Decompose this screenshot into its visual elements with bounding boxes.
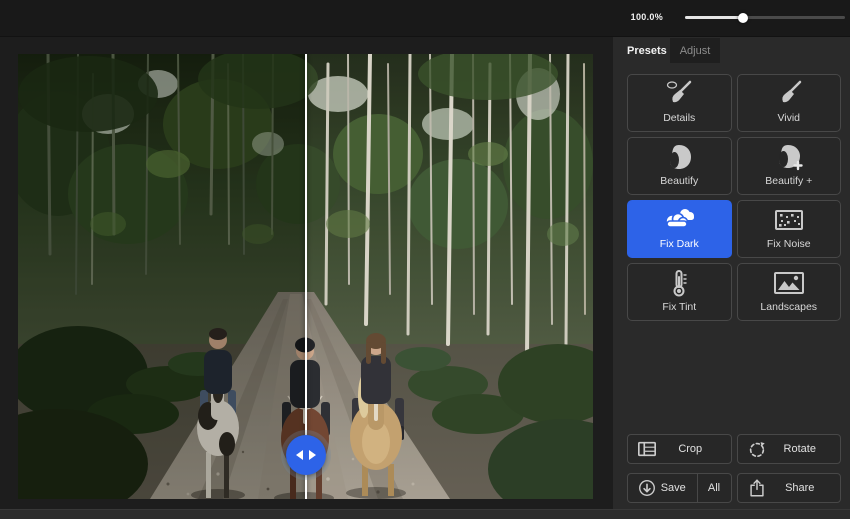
zoom-slider[interactable] xyxy=(685,9,845,25)
rotate-button[interactable]: Rotate xyxy=(737,434,842,464)
preset-label: Vivid xyxy=(777,112,800,124)
preset-vivid-button[interactable]: Vivid xyxy=(737,74,842,132)
preset-details-button[interactable]: Details xyxy=(627,74,732,132)
right-panel: Presets Adjust Details xyxy=(613,37,850,509)
brush-icon xyxy=(738,75,841,112)
share-button[interactable]: Share xyxy=(737,473,842,503)
rotate-icon xyxy=(746,439,768,459)
share-icon xyxy=(746,478,768,498)
photo-editor-window: 100.0% xyxy=(0,0,850,519)
preset-fix-dark-button[interactable]: Fix Dark xyxy=(627,200,732,258)
all-label: All xyxy=(708,482,720,494)
preset-fix-tint-button[interactable]: Fix Tint xyxy=(627,263,732,321)
crop-button[interactable]: Crop xyxy=(627,434,732,464)
rotate-label: Rotate xyxy=(768,443,833,455)
landscape-icon xyxy=(738,264,841,301)
save-all-button[interactable]: All xyxy=(697,474,731,502)
preset-label: Landscapes xyxy=(760,301,817,313)
save-download-icon xyxy=(636,478,658,498)
clouds-icon xyxy=(628,201,731,238)
crop-label: Crop xyxy=(658,443,723,455)
preset-label: Beautify + xyxy=(765,175,812,187)
preset-label: Beautify xyxy=(660,175,698,187)
tab-adjust[interactable]: Adjust xyxy=(670,38,720,63)
face-plus-icon xyxy=(738,138,841,175)
face-icon xyxy=(628,138,731,175)
noise-icon xyxy=(738,201,841,238)
arrow-left-icon xyxy=(296,450,303,460)
save-all-button-group: Save All xyxy=(627,473,732,503)
photo-preview[interactable] xyxy=(18,54,593,499)
action-buttons: Crop Rotate xyxy=(627,434,841,503)
tab-presets[interactable]: Presets xyxy=(627,38,667,63)
brush-hq-icon xyxy=(628,75,731,112)
share-label: Share xyxy=(768,482,833,494)
preset-grid: Details Vivid xyxy=(627,74,841,321)
thermometer-icon xyxy=(628,264,731,301)
preset-label: Details xyxy=(663,112,695,124)
zoom-level-label: 100.0% xyxy=(631,12,663,22)
zoom-slider-fill xyxy=(685,16,743,19)
top-toolbar: 100.0% xyxy=(0,0,850,37)
comparison-slider-handle[interactable] xyxy=(286,435,326,475)
save-label: Save xyxy=(658,482,689,494)
arrow-right-icon xyxy=(309,450,316,460)
crop-layout-icon xyxy=(636,439,658,459)
zoom-slider-thumb[interactable] xyxy=(738,13,748,23)
save-button[interactable]: Save xyxy=(628,474,697,502)
preset-fix-noise-button[interactable]: Fix Noise xyxy=(737,200,842,258)
bottom-bar xyxy=(0,509,850,519)
preset-beautify-plus-button[interactable]: Beautify + xyxy=(737,137,842,195)
before-after-divider[interactable] xyxy=(305,54,307,499)
preset-label: Fix Noise xyxy=(767,238,811,250)
preset-landscapes-button[interactable]: Landscapes xyxy=(737,263,842,321)
preset-label: Fix Tint xyxy=(662,301,696,313)
editor-canvas xyxy=(0,37,613,509)
preset-label: Fix Dark xyxy=(660,238,699,250)
preset-beautify-button[interactable]: Beautify xyxy=(627,137,732,195)
